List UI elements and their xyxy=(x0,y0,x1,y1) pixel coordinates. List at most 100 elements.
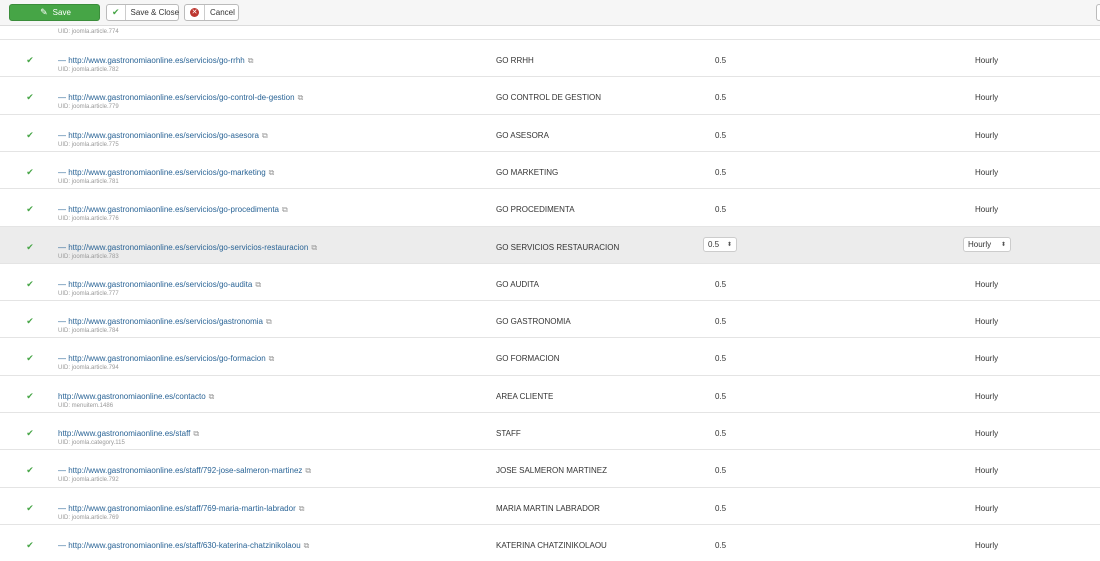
row-url-link[interactable]: — http://www.gastronomiaonline.es/servic… xyxy=(58,317,272,327)
row-frequency[interactable]: Hourly xyxy=(975,466,998,475)
table-row: ✔ http://www.gastronomiaonline.es/contact… xyxy=(0,375,1100,412)
external-link-icon[interactable]: ⧉ xyxy=(298,93,304,102)
external-link-icon[interactable]: ⧉ xyxy=(248,56,254,65)
check-icon: ✔ xyxy=(26,92,34,102)
external-link-icon[interactable]: ⧉ xyxy=(269,354,275,363)
save-close-button[interactable]: ✔ Save & Close xyxy=(106,4,179,21)
external-link-icon[interactable]: ⧉ xyxy=(304,541,310,550)
row-frequency[interactable]: Hourly xyxy=(975,168,998,177)
row-uid: UID: joomla.article.783 xyxy=(58,254,119,260)
table-row: ✔ — http://www.gastronomiaonline.es/staff… xyxy=(0,449,1100,486)
row-url-text: — http://www.gastronomiaonline.es/servic… xyxy=(58,131,259,140)
row-url-link[interactable]: — http://www.gastronomiaonline.es/servic… xyxy=(58,354,274,364)
row-uid: UID: joomla.article.769 xyxy=(58,515,119,521)
row-frequency[interactable]: Hourly xyxy=(975,56,998,65)
external-link-icon[interactable]: ⧉ xyxy=(269,168,275,177)
external-link-icon[interactable]: ⧉ xyxy=(282,205,288,214)
row-priority[interactable]: 0.5 xyxy=(715,131,726,140)
external-link-icon[interactable]: ⧉ xyxy=(262,131,268,140)
row-priority[interactable]: 0.5 xyxy=(715,466,726,475)
cancel-button-label: Cancel xyxy=(210,8,235,17)
edit-icon: ✎ xyxy=(40,7,48,17)
row-uid: UID: joomla.article.781 xyxy=(58,179,119,185)
row-url-link[interactable]: — http://www.gastronomiaonline.es/staff/… xyxy=(58,504,304,514)
table-row: ✔ — http://www.gastronomiaonline.es/servi… xyxy=(0,151,1100,188)
frequency-select[interactable]: Hourly ⬍ xyxy=(963,237,1011,252)
row-frequency[interactable]: Hourly xyxy=(975,504,998,513)
cancel-circle-icon: ✕ xyxy=(190,8,199,17)
row-uid: UID: joomla.article.784 xyxy=(58,328,119,334)
row-frequency[interactable]: Hourly xyxy=(975,429,998,438)
check-icon: ✔ xyxy=(107,5,126,20)
row-url-text: — http://www.gastronomiaonline.es/staff/… xyxy=(58,466,303,475)
row-url-link[interactable]: — http://www.gastronomiaonline.es/servic… xyxy=(58,280,261,290)
row-url-text: — http://www.gastronomiaonline.es/servic… xyxy=(58,168,266,177)
row-url-link[interactable]: — http://www.gastronomiaonline.es/staff/… xyxy=(58,466,311,476)
row-uid: UID: joomla.category.115 xyxy=(58,440,125,446)
select-arrows-icon: ⬍ xyxy=(1000,242,1006,248)
external-link-icon[interactable]: ⧉ xyxy=(193,429,199,438)
row-priority[interactable]: 0.5 xyxy=(715,205,726,214)
row-title: GO SERVICIOS RESTAURACION xyxy=(496,243,620,252)
row-priority[interactable]: 0.5 xyxy=(715,280,726,289)
row-url-link[interactable]: — http://www.gastronomiaonline.es/servic… xyxy=(58,93,303,103)
check-icon: ✔ xyxy=(26,316,34,326)
row-frequency[interactable]: Hourly xyxy=(975,93,998,102)
toolbar-edge-button[interactable] xyxy=(1096,4,1100,21)
external-link-icon[interactable]: ⧉ xyxy=(266,317,272,326)
row-priority[interactable]: 0.5 xyxy=(715,168,726,177)
row-frequency[interactable]: Hourly xyxy=(975,354,998,363)
row-priority[interactable]: 0.5 xyxy=(715,541,726,550)
row-title: MARIA MARTIN LABRADOR xyxy=(496,504,600,513)
row-url-text: http://www.gastronomiaonline.es/staff xyxy=(58,429,191,438)
row-priority[interactable]: 0.5 xyxy=(715,93,726,102)
external-link-icon[interactable]: ⧉ xyxy=(305,466,311,475)
row-url-link[interactable]: http://www.gastronomiaonline.es/staff ⧉ xyxy=(58,429,199,439)
row-frequency[interactable]: Hourly xyxy=(975,280,998,289)
external-link-icon[interactable]: ⧉ xyxy=(299,504,305,513)
row-url-link[interactable]: http://www.gastronomiaonline.es/contacto… xyxy=(58,392,214,402)
frequency-select-value: Hourly xyxy=(968,240,992,249)
table-row: ✔ — http://www.gastronomiaonline.es/staff… xyxy=(0,487,1100,524)
row-frequency[interactable]: Hourly xyxy=(975,541,998,550)
row-frequency[interactable]: Hourly xyxy=(975,131,998,140)
row-frequency[interactable]: Hourly xyxy=(975,205,998,214)
save-button[interactable]: ✎ Save xyxy=(9,4,100,21)
table-row: ✔ — http://www.gastronomiaonline.es/servi… xyxy=(0,337,1100,374)
row-uid: UID: joomla.article.779 xyxy=(58,104,119,110)
row-title: GO RRHH xyxy=(496,56,534,65)
row-priority[interactable]: 0.5 xyxy=(715,392,726,401)
row-frequency[interactable]: Hourly xyxy=(975,317,998,326)
row-url-text: — http://www.gastronomiaonline.es/servic… xyxy=(58,243,309,252)
row-priority[interactable]: 0.5 xyxy=(715,56,726,65)
table-row: ✔ — http://www.gastronomiaonline.es/servi… xyxy=(0,300,1100,337)
row-priority[interactable]: 0.5 xyxy=(715,504,726,513)
row-priority[interactable]: 0.5 xyxy=(715,317,726,326)
row-url-link[interactable]: — http://www.gastronomiaonline.es/servic… xyxy=(58,205,288,215)
table-row: ✔ http://www.gastronomiaonline.es/staff ⧉ U… xyxy=(0,412,1100,449)
check-icon: ✔ xyxy=(26,167,34,177)
table-row: ✔ — http://www.gastronomiaonline.es/staff… xyxy=(0,524,1100,561)
row-url-link[interactable]: — http://www.gastronomiaonline.es/servic… xyxy=(58,56,253,66)
row-url-text: — http://www.gastronomiaonline.es/servic… xyxy=(58,354,266,363)
row-url-text: http://www.gastronomiaonline.es/contacto xyxy=(58,392,206,401)
row-uid: UID: joomla.article.782 xyxy=(58,67,119,73)
external-link-icon[interactable]: ⧉ xyxy=(311,243,317,252)
row-url-link[interactable]: — http://www.gastronomiaonline.es/staff/… xyxy=(58,541,309,551)
row-url-link[interactable]: — http://www.gastronomiaonline.es/servic… xyxy=(58,168,274,178)
priority-select[interactable]: 0.5 ⬍ xyxy=(703,237,737,252)
select-arrows-icon: ⬍ xyxy=(726,242,732,248)
row-title: GO MARKETING xyxy=(496,168,559,177)
top-uid: UID: joomla.article.774 xyxy=(58,29,119,35)
row-url-link[interactable]: — http://www.gastronomiaonline.es/servic… xyxy=(58,131,268,141)
row-priority[interactable]: 0.5 xyxy=(715,429,726,438)
check-icon: ✔ xyxy=(26,204,34,214)
external-link-icon[interactable]: ⧉ xyxy=(255,280,261,289)
row-url-link[interactable]: — http://www.gastronomiaonline.es/servic… xyxy=(58,243,317,253)
cancel-button[interactable]: ✕ Cancel xyxy=(184,4,239,21)
check-icon: ✔ xyxy=(26,465,34,475)
external-link-icon[interactable]: ⧉ xyxy=(209,392,215,401)
table-row: ✔ — http://www.gastronomiaonline.es/servi… xyxy=(0,76,1100,113)
row-priority[interactable]: 0.5 xyxy=(715,354,726,363)
row-frequency[interactable]: Hourly xyxy=(975,392,998,401)
